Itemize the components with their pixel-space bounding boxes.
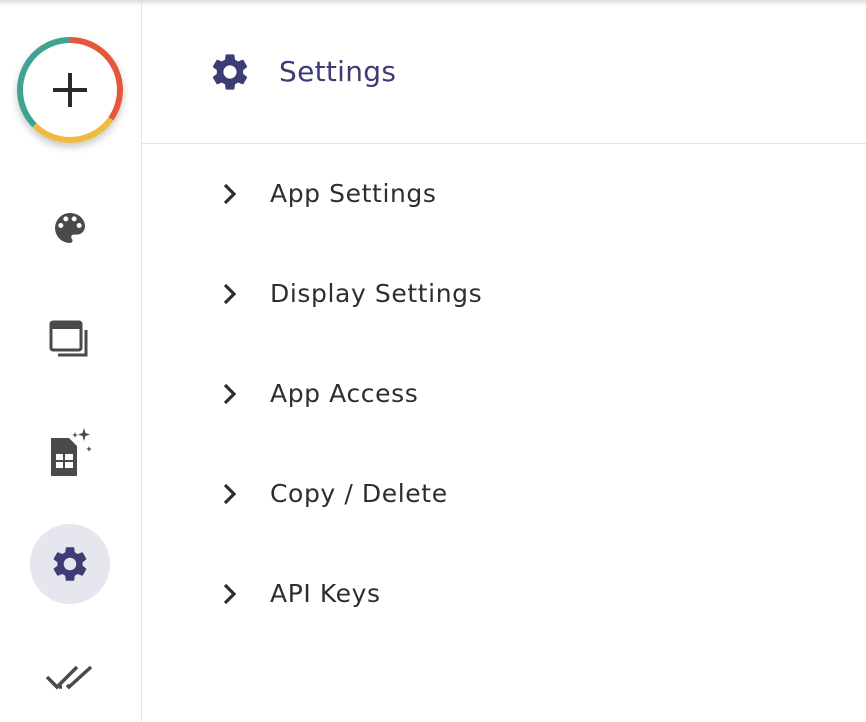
app-window: Settings App Settings Display Settings A…: [0, 0, 866, 722]
page-title: Settings: [279, 55, 397, 88]
left-rail: [0, 0, 142, 722]
menu-item-label: Display Settings: [270, 279, 483, 308]
plus-icon: [53, 73, 87, 107]
menu-item-app-access[interactable]: App Access: [142, 344, 832, 444]
chevron-right-icon: [223, 283, 237, 305]
create-button-inner: [23, 43, 117, 137]
menu-item-copy-delete[interactable]: Copy / Delete: [142, 444, 832, 544]
rail-item-theme[interactable]: [30, 188, 110, 268]
chevron-right-icon: [223, 483, 237, 505]
rail-item-settings[interactable]: [30, 524, 110, 604]
menu-item-label: API Keys: [270, 579, 381, 608]
sheet-sparkle-icon: [51, 428, 92, 476]
chevron-right-icon: [223, 383, 237, 405]
chevron-right-icon: [223, 183, 237, 205]
double-check-icon: [45, 665, 93, 690]
gear-icon: [53, 547, 87, 581]
menu-item-label: App Access: [270, 379, 419, 408]
gear-icon: [212, 54, 248, 90]
rail-item-views[interactable]: [30, 300, 110, 380]
layers-icon: [49, 320, 88, 357]
settings-panel: Settings App Settings Display Settings A…: [142, 0, 866, 722]
panel-header: Settings: [142, 0, 866, 144]
menu-item-app-settings[interactable]: App Settings: [142, 144, 832, 244]
rail-item-checks[interactable]: [30, 638, 110, 718]
menu-item-label: App Settings: [270, 179, 437, 208]
menu-item-api-keys[interactable]: API Keys: [142, 544, 832, 644]
rail-item-data[interactable]: [30, 413, 110, 493]
menu-item-label: Copy / Delete: [270, 479, 448, 508]
create-button[interactable]: [17, 37, 123, 143]
palette-icon: [55, 213, 85, 243]
top-shadow: [0, 0, 866, 6]
chevron-right-icon: [223, 583, 237, 605]
menu-item-display-settings[interactable]: Display Settings: [142, 244, 832, 344]
